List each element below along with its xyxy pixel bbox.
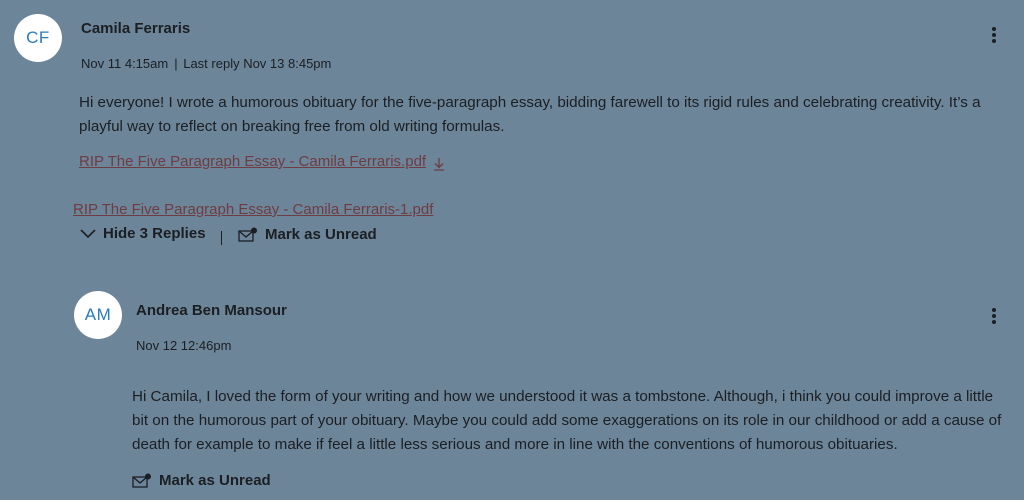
- avatar[interactable]: AM: [74, 291, 122, 339]
- post-date: Nov 12 12:46pm: [136, 338, 232, 353]
- hide-replies-button[interactable]: Hide 3 Replies: [80, 225, 206, 242]
- post-meta: Nov 11 4:15am | Last reply Nov 13 8:45pm: [81, 56, 331, 71]
- mail-unread-icon: [238, 227, 257, 242]
- mark-unread-button[interactable]: Mark as Unread: [132, 472, 271, 489]
- post-meta: Nov 12 12:46pm: [136, 338, 231, 353]
- avatar-initials: AM: [84, 305, 112, 324]
- reply-body: Hi Camila, I loved the form of your writ…: [132, 388, 1002, 453]
- more-options-icon[interactable]: [987, 25, 1001, 47]
- author-name: Andrea Ben Mansour: [136, 302, 287, 319]
- attachment-link[interactable]: RIP The Five Paragraph Essay - Camila Fe…: [79, 153, 426, 170]
- action-divider: [221, 231, 222, 245]
- hide-replies-label: Hide 3 Replies: [103, 225, 206, 242]
- avatar-initials: CF: [26, 28, 50, 47]
- chevron-down-icon: [80, 228, 96, 238]
- mark-unread-label: Mark as Unread: [159, 472, 271, 489]
- mark-unread-label: Mark as Unread: [265, 226, 377, 243]
- avatar[interactable]: CF: [14, 14, 62, 62]
- author-name: Camila Ferraris: [81, 20, 191, 37]
- mail-unread-icon: [132, 473, 151, 488]
- mark-unread-button[interactable]: Mark as Unread: [238, 226, 377, 243]
- last-reply-date: Last reply Nov 13 8:45pm: [183, 56, 332, 71]
- download-icon[interactable]: [431, 156, 447, 172]
- more-options-icon[interactable]: [987, 306, 1001, 328]
- attachment-link[interactable]: RIP The Five Paragraph Essay - Camila Fe…: [73, 201, 433, 218]
- meta-separator: |: [174, 56, 178, 71]
- post-body: Hi everyone! I wrote a humorous obituary…: [79, 94, 981, 135]
- post-date: Nov 11 4:15am: [81, 56, 169, 71]
